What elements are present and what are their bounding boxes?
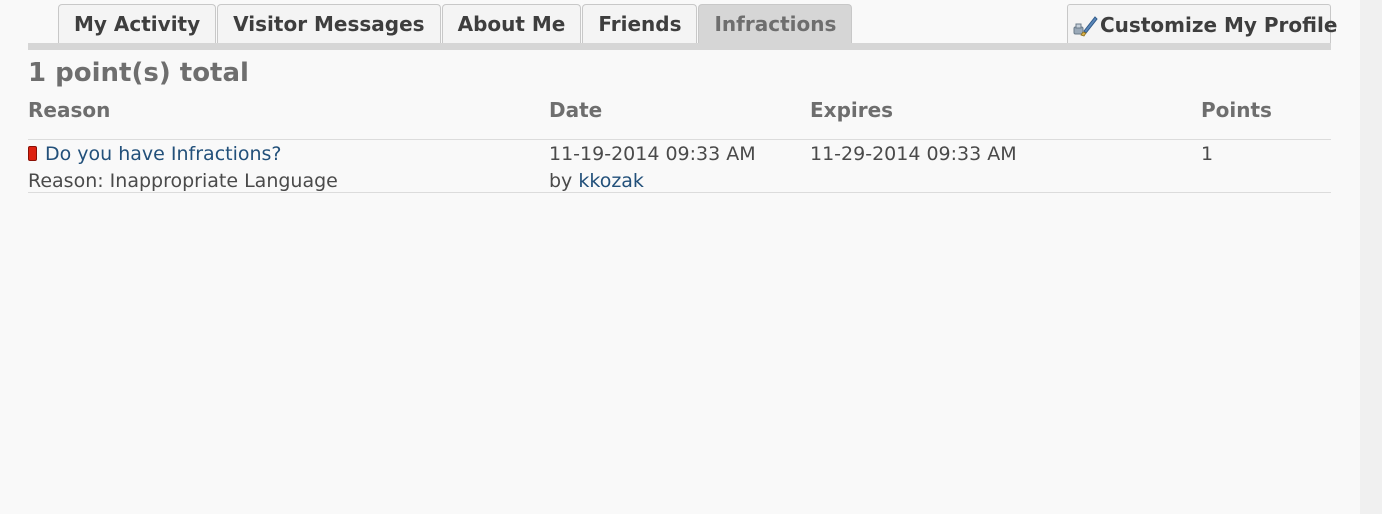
issuer-username-link[interactable]: kkozak bbox=[578, 170, 644, 192]
tab-infractions[interactable]: Infractions bbox=[698, 4, 853, 44]
infraction-points: 1 bbox=[1201, 143, 1214, 165]
issued-by-prefix: by bbox=[549, 170, 573, 192]
row-divider bbox=[28, 192, 1331, 193]
page-gutter bbox=[1360, 0, 1382, 514]
customize-profile-button[interactable]: Customize My Profile bbox=[1067, 4, 1337, 44]
profile-tabs: My Activity Visitor Messages About Me Fr… bbox=[58, 4, 853, 44]
tab-friends[interactable]: Friends bbox=[582, 4, 698, 44]
tab-visitor-messages[interactable]: Visitor Messages bbox=[217, 4, 441, 44]
column-header-expires: Expires bbox=[810, 98, 894, 122]
tab-my-activity[interactable]: My Activity bbox=[58, 4, 217, 44]
column-header-reason: Reason bbox=[28, 98, 111, 122]
infraction-date: 11-19-2014 09:33 AM bbox=[549, 143, 756, 165]
column-header-points: Points bbox=[1201, 98, 1272, 122]
points-total: 1 point(s) total bbox=[28, 58, 249, 88]
paint-brush-icon bbox=[1072, 11, 1100, 39]
customize-profile-label: Customize My Profile bbox=[1100, 12, 1338, 37]
infraction-reason: Reason: Inappropriate Language bbox=[28, 170, 338, 192]
tab-about-me[interactable]: About Me bbox=[441, 4, 582, 44]
column-header-date: Date bbox=[549, 98, 603, 122]
issued-by: by kkozak bbox=[549, 170, 644, 192]
infraction-expires: 11-29-2014 09:33 AM bbox=[810, 143, 1017, 165]
header-divider bbox=[28, 139, 1331, 140]
tab-underline bbox=[28, 43, 1331, 50]
infraction-title-link[interactable]: Do you have Infractions? bbox=[45, 143, 282, 165]
infraction-status-icon bbox=[28, 146, 37, 161]
